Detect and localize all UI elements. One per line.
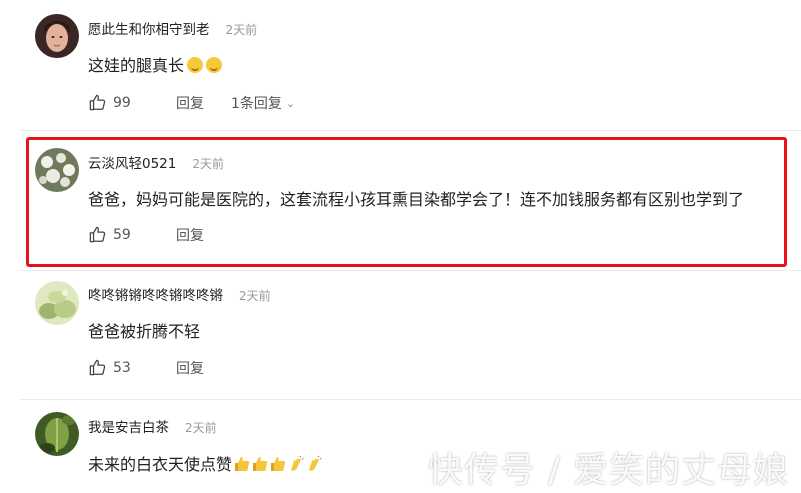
comment-actions: 99 回复 1条回复 ⌄ — [88, 93, 295, 113]
chevron-down-icon: ⌄ — [285, 96, 296, 110]
timestamp: 2天前 — [185, 421, 217, 435]
thumbs-up-icon — [89, 359, 106, 376]
reply-button[interactable]: 回复 — [176, 358, 204, 378]
username[interactable]: 我是安吉白茶 — [88, 420, 169, 436]
comment-text: 这娃的腿真长 — [88, 52, 223, 76]
thumbs-up-emoji — [271, 457, 286, 471]
like-count: 99 — [113, 94, 131, 111]
thumbs-up-emoji — [235, 457, 250, 471]
comment-text-content: 这娃的腿真长 — [88, 56, 185, 75]
highlight-box — [26, 137, 787, 267]
username[interactable]: 愿此生和你相守到老 — [88, 22, 210, 38]
watermark: 快传号 / 爱笑的丈母娘 — [427, 451, 789, 491]
comment-meta: 愿此生和你相守到老 2天前 — [88, 18, 257, 38]
like-button[interactable]: 99 — [88, 93, 131, 112]
reply-button[interactable]: 回复 — [176, 93, 204, 113]
comment-item: 愿此生和你相守到老 2天前 这娃的腿真长 99 回复 1条回复 ⌄ — [0, 0, 801, 130]
grin-emoji — [187, 57, 204, 73]
comment-meta: 我是安吉白茶 2天前 — [88, 416, 217, 436]
timestamp: 2天前 — [239, 289, 271, 303]
comment-text-content: 未来的白衣天使点赞 — [88, 455, 233, 474]
avatar[interactable] — [35, 412, 79, 456]
avatar[interactable] — [35, 281, 79, 325]
comment-actions: 53 回复 — [88, 358, 204, 378]
thumbs-up-icon — [89, 94, 106, 111]
view-replies-button[interactable]: 1条回复 ⌄ — [231, 93, 295, 113]
comment-item: 咚咚锵锵咚咚锵咚咚锵 2天前 爸爸被折腾不轻 53 回复 — [0, 270, 801, 400]
like-count: 53 — [113, 359, 131, 376]
clap-emoji — [309, 456, 322, 471]
like-button[interactable]: 53 — [88, 358, 131, 377]
reply-count-label: 1条回复 — [231, 96, 282, 112]
username[interactable]: 咚咚锵锵咚咚锵咚咚锵 — [88, 288, 223, 304]
thumbs-up-emoji — [253, 457, 268, 471]
grin-emoji — [206, 57, 223, 73]
timestamp: 2天前 — [225, 23, 258, 37]
clap-emoji — [291, 456, 304, 471]
avatar[interactable] — [35, 14, 79, 58]
comment-text: 爸爸被折腾不轻 — [88, 322, 201, 341]
comment-text: 未来的白衣天使点赞 — [88, 451, 322, 475]
comment-meta: 咚咚锵锵咚咚锵咚咚锵 2天前 — [88, 284, 271, 304]
